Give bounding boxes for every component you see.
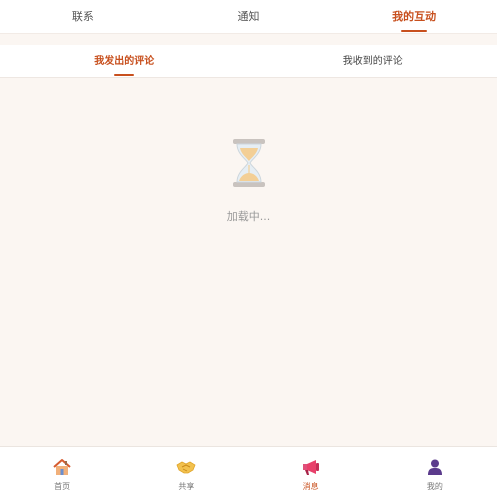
subtab-sent-comments-label: 我发出的评论	[94, 56, 155, 67]
tab-contacts[interactable]: 联系	[0, 0, 166, 33]
subtab-received-comments-label: 我收到的评论	[342, 56, 403, 67]
nav-home-label: 首页	[54, 482, 71, 491]
tab-notifications[interactable]: 通知	[166, 0, 332, 33]
nav-home[interactable]: 首页	[0, 447, 124, 500]
tab-my-interactions[interactable]: 我的互动	[331, 0, 497, 33]
handshake-icon	[176, 461, 196, 474]
house-icon	[53, 459, 71, 475]
top-tab-bar: 联系 通知 我的互动	[0, 0, 497, 34]
tab-my-interactions-label: 我的互动	[392, 10, 437, 23]
active-tab-indicator	[401, 30, 428, 32]
megaphone-icon	[302, 460, 319, 475]
tab-notifications-label: 通知	[237, 10, 260, 23]
user-icon	[427, 459, 442, 475]
active-subtab-indicator	[114, 74, 135, 76]
nav-share-label: 共享	[178, 482, 195, 491]
loading-indicator: 加载中...	[0, 138, 497, 224]
subtab-received-comments[interactable]: 我收到的评论	[249, 45, 497, 77]
nav-messages[interactable]: 消息	[249, 447, 373, 500]
nav-mine[interactable]: 我的	[373, 447, 497, 500]
loading-text: 加载中...	[226, 210, 271, 223]
tab-contacts-label: 联系	[71, 10, 94, 23]
nav-messages-label: 消息	[302, 482, 319, 491]
bottom-nav: 首页 共享 消息 我的	[0, 446, 497, 500]
nav-mine-label: 我的	[426, 482, 443, 491]
sub-tab-bar: 我发出的评论 我收到的评论	[0, 45, 497, 78]
nav-share[interactable]: 共享	[124, 447, 248, 500]
subtab-sent-comments[interactable]: 我发出的评论	[0, 45, 249, 77]
hourglass-icon	[232, 139, 265, 187]
app-root: 联系 通知 我的互动 我发出的评论 我收到的评论 加载中... 首页 共享 消息…	[0, 0, 497, 500]
